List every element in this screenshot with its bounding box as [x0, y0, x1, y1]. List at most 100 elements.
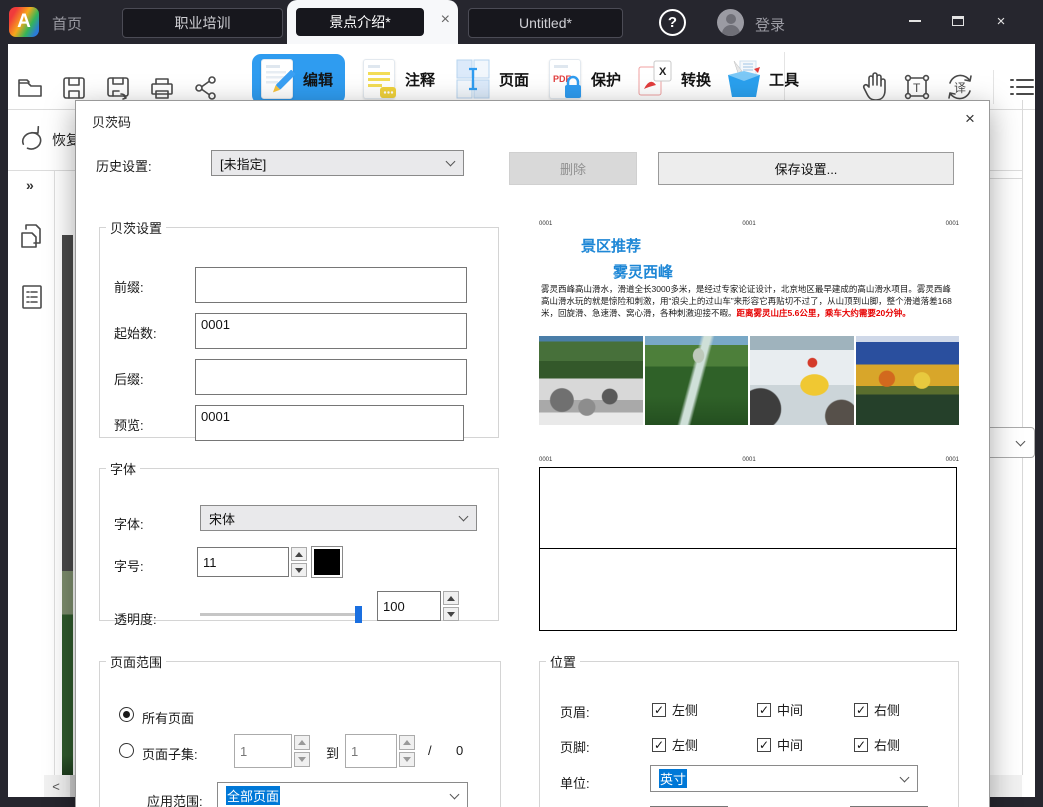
spin-down-icon[interactable]	[294, 752, 310, 767]
font-color-picker[interactable]	[311, 546, 343, 578]
to-label: 到	[326, 743, 339, 762]
preview-body-highlight: 距离雾灵山庄5.6公里，乘车大约需要20分钟。	[737, 308, 911, 318]
restore-icon[interactable]	[18, 126, 44, 150]
save-as-icon[interactable]	[104, 74, 132, 102]
prefix-input[interactable]	[195, 267, 467, 303]
edit-icon	[258, 57, 296, 101]
ribbon-tab-convert[interactable]: X 转换	[636, 54, 711, 104]
spin-up-icon[interactable]	[399, 735, 415, 750]
save-icon[interactable]	[60, 74, 88, 102]
tools-icon	[724, 57, 762, 101]
font-family-select[interactable]: 宋体	[200, 505, 477, 531]
print-icon[interactable]	[148, 74, 176, 102]
scroll-left-button[interactable]: <	[44, 775, 68, 797]
list-menu-icon[interactable]	[1007, 73, 1037, 101]
dialog-close-icon[interactable]: ×	[958, 107, 982, 131]
footer-left-checkbox[interactable]: ✓ 左侧	[652, 735, 698, 754]
footer-right-checkbox[interactable]: ✓ 右侧	[854, 735, 900, 754]
preview-input[interactable]	[195, 405, 464, 441]
font-family-value: 宋体	[209, 509, 235, 528]
footer-center-checkbox[interactable]: ✓ 中间	[757, 735, 803, 754]
ribbon-tab-comment[interactable]: 注释	[360, 54, 435, 104]
suffix-input[interactable]	[195, 359, 467, 395]
font-size-input[interactable]	[197, 547, 289, 577]
tab-training[interactable]: 职业培训	[122, 8, 283, 38]
subset-from-spinner[interactable]	[294, 735, 310, 767]
header-right-checkbox[interactable]: ✓ 右侧	[854, 700, 900, 719]
svg-text:T: T	[913, 81, 921, 95]
open-file-icon[interactable]	[16, 74, 44, 102]
right-panel-rule	[990, 178, 1023, 179]
all-pages-radio[interactable]	[119, 707, 134, 722]
ribbon-tab-comment-label: 注释	[405, 69, 435, 90]
opacity-slider[interactable]	[200, 613, 360, 616]
opacity-spinner[interactable]	[443, 591, 459, 621]
ribbon-tab-edit-label: 编辑	[303, 69, 333, 90]
opacity-input[interactable]	[377, 591, 441, 621]
footer-center-label: 中间	[777, 735, 803, 754]
opacity-slider-handle[interactable]	[355, 606, 362, 623]
minimize-button[interactable]	[898, 10, 932, 32]
page-subset-radio[interactable]	[119, 743, 134, 758]
check-icon: ✓	[757, 738, 771, 752]
page-range-group: 页面范围 所有页面 页面子集: 到 / 0 应用范围: 全部页面	[99, 652, 501, 807]
avatar[interactable]	[717, 9, 744, 36]
close-window-icon: ×	[997, 13, 1006, 30]
ribbon-tab-protect[interactable]: PDF 保护	[546, 54, 621, 104]
document-edge-fragment	[62, 235, 73, 777]
page-subset-label: 页面子集:	[142, 744, 198, 763]
save-settings-button[interactable]: 保存设置...	[658, 152, 954, 185]
apply-range-select[interactable]: 全部页面	[217, 782, 468, 807]
bates-layout-preview: 0001 0001 0001	[539, 451, 959, 633]
expand-panel-icon[interactable]: »	[26, 177, 34, 193]
tab-untitled[interactable]: Untitled*	[468, 8, 623, 38]
position-group: 位置 页眉: ✓ 左侧 ✓ 中间 ✓ 右侧 页脚: ✓ 左侧 ✓ 中间 ✓ 右侧…	[539, 652, 959, 807]
unit-select[interactable]: 英寸	[650, 765, 918, 792]
header-center-checkbox[interactable]: ✓ 中间	[757, 700, 803, 719]
app-logo-icon[interactable]: A	[9, 7, 39, 37]
spin-up-icon[interactable]	[291, 547, 307, 561]
ribbon-tab-tools[interactable]: 工具	[724, 54, 799, 104]
delete-button[interactable]: 删除	[509, 152, 637, 185]
spin-down-icon[interactable]	[443, 607, 459, 621]
tab-scenic-label[interactable]: 景点介绍*	[296, 8, 424, 36]
subset-from-input[interactable]	[234, 734, 292, 768]
font-family-label: 字体:	[114, 514, 144, 533]
zoom-combo-fragment[interactable]	[985, 427, 1035, 458]
page-thumbnails-icon[interactable]	[18, 221, 46, 251]
subset-to-spinner[interactable]	[399, 735, 415, 767]
translate-tool-icon[interactable]: 译	[944, 71, 976, 103]
spin-down-icon[interactable]	[399, 752, 415, 767]
header-left-checkbox[interactable]: ✓ 左侧	[652, 700, 698, 719]
svg-text:X: X	[659, 66, 667, 78]
start-number-input[interactable]	[195, 313, 467, 349]
bates-number-topleft: 0001	[539, 221, 552, 227]
layout-preview-box	[539, 467, 957, 631]
maximize-button[interactable]	[941, 10, 975, 32]
spin-down-icon[interactable]	[291, 563, 307, 577]
tab-close-icon[interactable]: ×	[441, 11, 450, 29]
home-button[interactable]: 首页	[52, 13, 82, 34]
font-size-spinner[interactable]	[291, 547, 307, 577]
ribbon-tab-edit[interactable]: 编辑	[252, 54, 345, 104]
hand-tool-icon[interactable]	[860, 71, 890, 103]
header-right-label: 右侧	[874, 700, 900, 719]
text-select-tool-icon[interactable]: T	[903, 73, 931, 101]
bookmarks-icon[interactable]	[19, 283, 45, 311]
close-window-button[interactable]: ×	[984, 10, 1018, 32]
spin-up-icon[interactable]	[294, 735, 310, 750]
ribbon-tab-convert-label: 转换	[681, 69, 711, 90]
footer-left-label: 左侧	[672, 735, 698, 754]
apply-range-label: 应用范围:	[147, 791, 203, 807]
history-settings-select[interactable]: [未指定]	[211, 150, 464, 176]
bates-number-topcenter: 0001	[742, 221, 755, 227]
share-icon[interactable]	[192, 74, 220, 102]
tab-scenic-active[interactable]: 景点介绍* ×	[287, 0, 458, 44]
chevron-down-icon	[1016, 437, 1026, 447]
subset-to-input[interactable]	[345, 734, 397, 768]
login-button[interactable]: 登录	[755, 14, 785, 35]
check-icon: ✓	[652, 703, 666, 717]
ribbon-tab-page[interactable]: 页面	[454, 54, 529, 104]
spin-up-icon[interactable]	[443, 591, 459, 605]
help-icon[interactable]: ?	[659, 9, 686, 36]
